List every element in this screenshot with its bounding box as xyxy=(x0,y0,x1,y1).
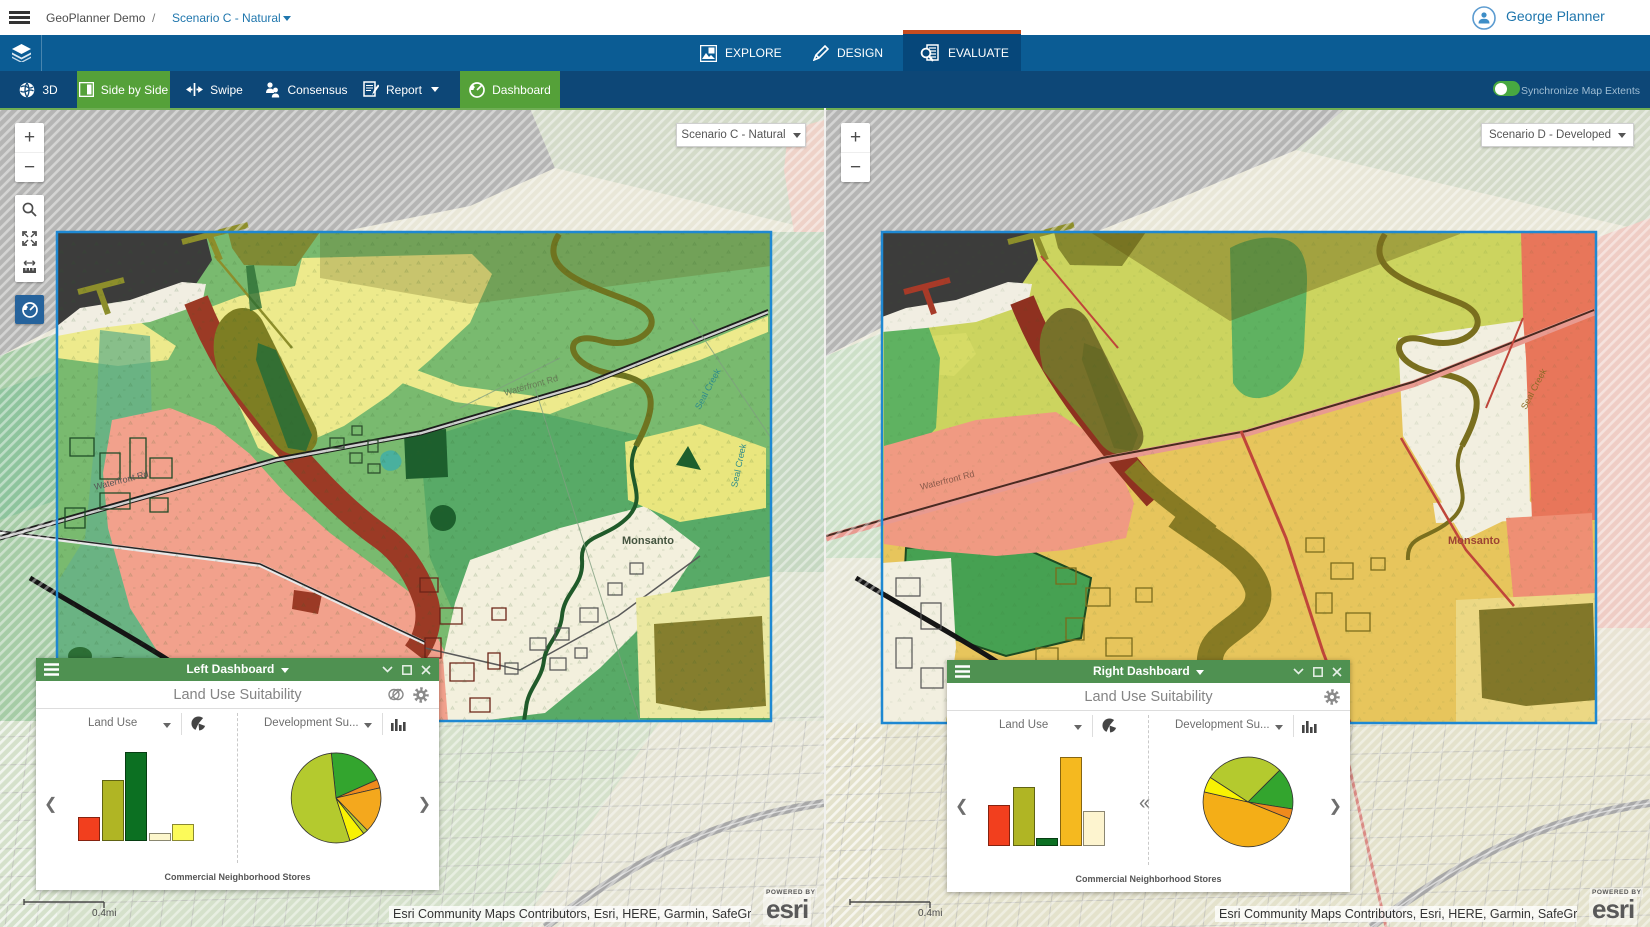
svg-text:Monsanto: Monsanto xyxy=(622,535,674,547)
svg-text:0.4mi: 0.4mi xyxy=(92,908,116,919)
svg-text:0.4mi: 0.4mi xyxy=(918,908,942,919)
svg-text:Monsanto: Monsanto xyxy=(1448,535,1500,547)
